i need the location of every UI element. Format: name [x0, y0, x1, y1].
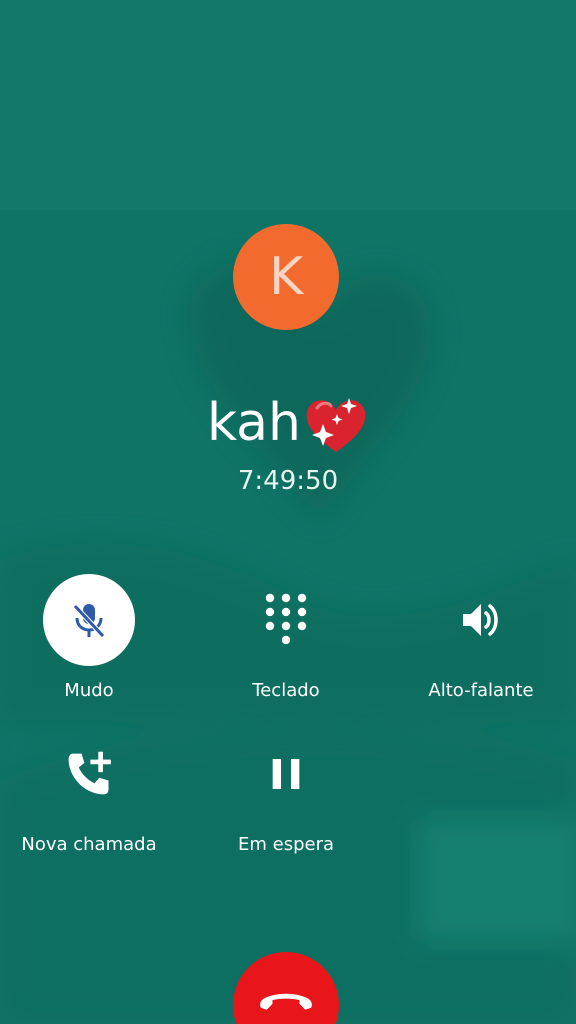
dialpad-icon [265, 593, 307, 645]
add-call-button[interactable]: Nova chamada [0, 728, 185, 858]
speaker-button[interactable]: Alto-falante [385, 574, 576, 704]
speaker-label: Alto-falante [428, 680, 534, 701]
background-photo [0, 0, 576, 1024]
keypad-button[interactable]: Teclado [190, 574, 382, 704]
mute-button[interactable]: Mudo [0, 574, 185, 704]
mic-off-icon [73, 604, 105, 638]
add-call-icon [68, 751, 111, 795]
contact-avatar: K [233, 224, 339, 330]
speaker-icon-wrap[interactable] [435, 574, 527, 666]
keypad-label: Teclado [252, 680, 320, 701]
hold-button[interactable]: Em espera [190, 728, 382, 858]
sparkling-heart-icon [303, 394, 369, 456]
contact-name: kah [206, 393, 302, 453]
mute-icon-wrap[interactable] [43, 574, 135, 666]
end-call-button[interactable] [233, 952, 339, 1024]
mute-label: Mudo [64, 680, 114, 701]
hold-label: Em espera [237, 834, 334, 855]
pause-icon [272, 759, 300, 789]
contact-name-row: kah [0, 388, 576, 458]
add-call-icon-wrap[interactable] [43, 728, 135, 820]
avatar-initial: K [268, 247, 304, 307]
add-call-label: Nova chamada [21, 834, 157, 855]
speaker-icon [463, 604, 498, 636]
call-timer: 7:49:50 [237, 466, 339, 496]
hold-icon-wrap[interactable] [240, 728, 332, 820]
keypad-icon-wrap[interactable] [240, 574, 332, 666]
hang-up-icon [260, 993, 312, 1010]
